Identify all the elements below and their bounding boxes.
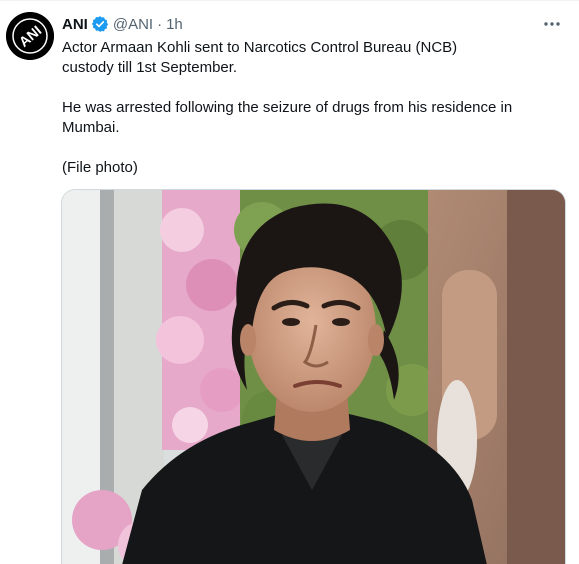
more-options-icon[interactable] xyxy=(541,15,563,33)
avatar[interactable]: ANI xyxy=(6,12,54,60)
tweet[interactable]: ANI ANI @ANI · 1h Actor Armaan Kohli sen… xyxy=(0,0,579,564)
tweet-header: ANI @ANI · 1h xyxy=(62,14,183,34)
ani-logo-icon: ANI xyxy=(6,12,54,60)
tweet-photo[interactable] xyxy=(61,189,566,564)
tweet-text: Actor Armaan Kohli sent to Narcotics Con… xyxy=(62,38,567,178)
timestamp[interactable]: 1h xyxy=(166,16,183,33)
author-handle[interactable]: @ANI xyxy=(113,16,153,33)
separator-dot: · xyxy=(157,15,163,33)
tweet-paragraph: (File photo) xyxy=(62,159,138,176)
tweet-paragraph: Actor Armaan Kohli sent to Narcotics Con… xyxy=(62,39,458,76)
photo-image xyxy=(62,190,565,564)
author-name[interactable]: ANI xyxy=(62,16,88,33)
verified-badge-icon xyxy=(91,15,109,33)
divider xyxy=(0,0,579,1)
tweet-paragraph: He was arrested following the seizure of… xyxy=(62,99,513,136)
